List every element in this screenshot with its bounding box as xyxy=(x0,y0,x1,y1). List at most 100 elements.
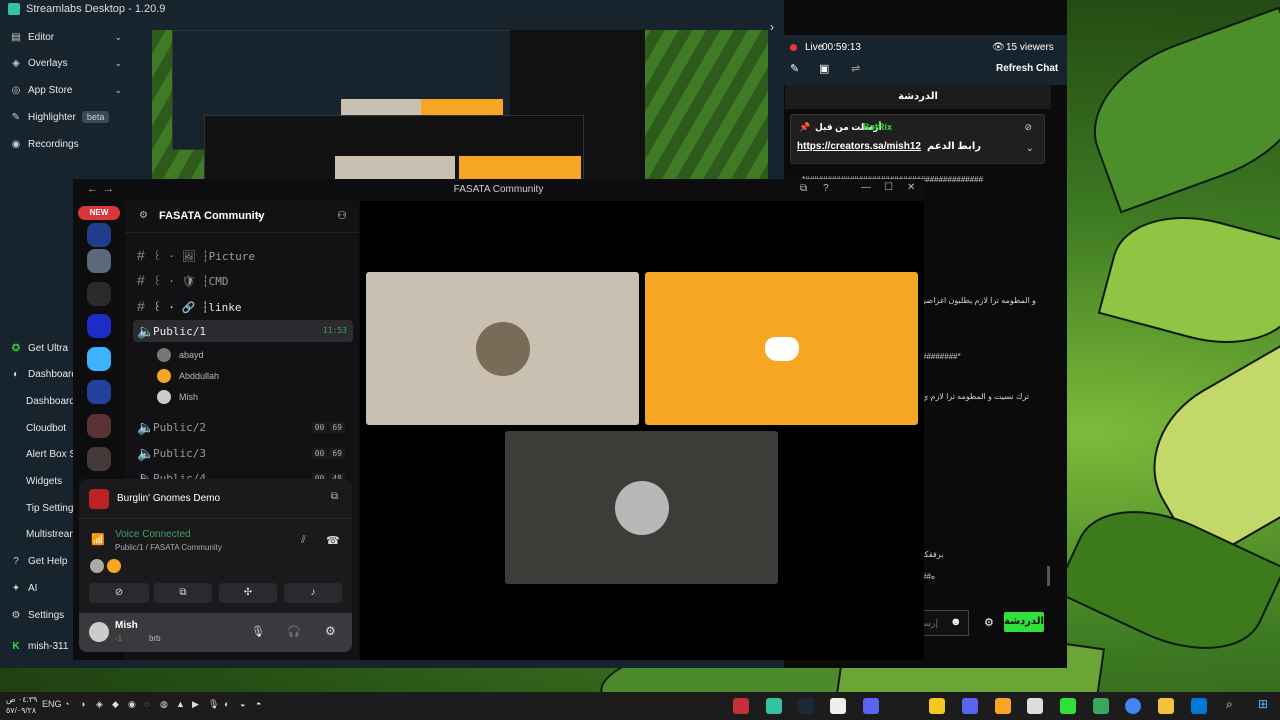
server-icon[interactable] xyxy=(87,447,111,471)
avatar[interactable] xyxy=(89,622,109,642)
app-icon[interactable] xyxy=(863,698,879,714)
video-tile-mish[interactable] xyxy=(505,431,778,584)
help-circle-icon[interactable]: ? xyxy=(823,183,829,194)
app-icon[interactable] xyxy=(830,698,846,714)
game-icon xyxy=(89,489,109,509)
tray-icon[interactable]: ▶ xyxy=(192,699,199,710)
server-icon[interactable] xyxy=(87,414,111,438)
noise-suppression-icon[interactable]: ⫽ xyxy=(301,534,306,547)
server-icon[interactable] xyxy=(87,347,111,371)
server-icon[interactable] xyxy=(87,249,111,273)
nav-alert-box[interactable]: Alert Box S xyxy=(26,444,76,464)
microphone-icon[interactable]: 🎙 xyxy=(208,699,219,710)
disconnect-icon[interactable]: ☎ xyxy=(326,534,340,547)
headphones-icon[interactable]: 🎧 xyxy=(287,625,301,638)
tray-icon[interactable]: ◌ xyxy=(144,699,149,709)
voice-channel-active[interactable]: 🔈 Public/1 11:53 xyxy=(133,320,353,342)
steam-icon[interactable] xyxy=(798,698,814,714)
app-icon[interactable] xyxy=(733,698,749,714)
tray-icon[interactable]: ◉ xyxy=(128,699,136,710)
screen-share-icon[interactable]: ⧉ xyxy=(331,491,338,502)
edit-icon[interactable]: ✎ xyxy=(790,62,799,75)
text-channel[interactable]: # ꒰ · 🔗 ┆linke xyxy=(133,295,353,317)
refresh-chat-button[interactable]: Refresh Chat xyxy=(996,63,1058,74)
chat-settings-gear-icon[interactable]: ⚙ xyxy=(984,616,994,629)
nav-app-store[interactable]: ◎ App Store ⌄ xyxy=(0,78,134,102)
activities-button[interactable]: ✣ xyxy=(219,583,277,603)
chevron-down-icon[interactable]: ⌄ xyxy=(1026,143,1034,154)
voice-channel[interactable]: 🔈 Public/2 00 69 xyxy=(133,416,353,438)
voice-location[interactable]: Public/1 / FASATA Community xyxy=(115,543,222,552)
streamlabs-app-icon[interactable] xyxy=(766,698,782,714)
chat-scrollbar[interactable] xyxy=(1047,566,1050,586)
close-icon[interactable]: ✕ xyxy=(907,182,915,193)
voice-channel[interactable]: 🔈 Public/3 00 69 xyxy=(133,442,353,464)
activity-row[interactable]: Burglin' Gnomes Demo ⧉ xyxy=(79,479,352,519)
discord-app-icon[interactable] xyxy=(962,698,978,714)
app-icon[interactable] xyxy=(1060,698,1076,714)
nav-recordings[interactable]: ◉ Recordings xyxy=(0,132,134,156)
screen-share-button[interactable]: ⧉ xyxy=(154,583,212,603)
maximize-icon[interactable]: ☐ xyxy=(884,182,893,193)
app-icon[interactable] xyxy=(929,698,945,714)
text-channel[interactable]: # ꒰ · 🖼 ┆Picture xyxy=(133,244,353,266)
voice-member[interactable]: Mish xyxy=(157,387,198,407)
nav-highlighter[interactable]: ✎ Highlighter beta xyxy=(0,105,134,129)
app-icon[interactable] xyxy=(1027,698,1043,714)
unpin-icon[interactable]: ⊘ xyxy=(1024,122,1032,133)
clip-icon[interactable]: ▣ xyxy=(819,62,829,75)
nav-overlays[interactable]: ◈ Overlays ⌄ xyxy=(0,51,134,75)
nav-editor[interactable]: ▤ Editor ⌄ xyxy=(0,25,134,49)
nav-dashboard-sub[interactable]: Dashboard xyxy=(26,391,75,411)
video-tile-abddullah[interactable] xyxy=(645,272,918,425)
voice-member[interactable]: Abddullah xyxy=(157,366,219,386)
new-badge[interactable]: NEW xyxy=(78,206,120,220)
server-icon[interactable] xyxy=(87,223,111,247)
video-tile-abayd[interactable] xyxy=(366,272,639,425)
camera-off-button[interactable]: ⊘ xyxy=(89,583,149,603)
tray-icon[interactable]: ◆ xyxy=(112,699,119,710)
nav-widgets[interactable]: Widgets xyxy=(26,471,62,491)
chrome-icon[interactable] xyxy=(1125,698,1141,714)
taskbar-time[interactable]: ٠٤:٣٩ ص xyxy=(6,695,37,704)
server-icon[interactable] xyxy=(87,314,111,338)
soundboard-button[interactable]: ♪ xyxy=(284,583,342,603)
microphone-icon[interactable]: 🎙 xyxy=(251,625,265,638)
chat-send-button[interactable]: الدردشة xyxy=(1004,612,1044,632)
emoji-icon[interactable]: ☻ xyxy=(950,616,962,628)
voice-member[interactable]: abayd xyxy=(157,345,204,365)
minimize-icon[interactable]: — xyxy=(861,182,871,193)
taskbar-date[interactable]: ٥٧/٠٩/٢٨ xyxy=(6,706,36,715)
nav-multistream[interactable]: Multistrean xyxy=(26,524,75,544)
windows-start-icon[interactable]: ⊞ xyxy=(1258,697,1268,711)
server-icon[interactable] xyxy=(87,380,111,404)
file-explorer-icon[interactable] xyxy=(1158,698,1174,714)
volume-icon[interactable]: ◑ xyxy=(80,699,85,709)
chat-tab[interactable]: الدردشة xyxy=(785,85,1051,109)
add-member-icon[interactable]: ⚇ xyxy=(337,209,347,222)
nav-tip-settings[interactable]: Tip Settings xyxy=(26,498,78,518)
wifi-icon[interactable]: ◔ xyxy=(64,699,69,709)
text-channel[interactable]: # ꒰ · 🛡 ┆CMD xyxy=(133,269,353,291)
pinned-link[interactable]: https://creators.sa/mish12 xyxy=(797,141,921,152)
server-header[interactable]: ⚙ FASATA Community ⌄ ⚇ xyxy=(125,201,359,233)
inbox-icon[interactable]: ⧉ xyxy=(800,183,807,194)
server-icon[interactable] xyxy=(87,282,111,306)
tray-icon[interactable]: ◒ xyxy=(240,699,245,709)
tray-icon[interactable]: ◈ xyxy=(96,699,103,710)
collapse-chevron-icon[interactable]: › xyxy=(770,20,774,34)
share-icon[interactable]: ⇌ xyxy=(851,62,860,75)
user-name[interactable]: Mish xyxy=(115,620,138,631)
language-indicator[interactable]: ENG xyxy=(42,699,62,709)
voice-connected-label[interactable]: Voice Connected xyxy=(115,529,191,540)
tray-icon[interactable]: ◐ xyxy=(224,699,229,709)
user-settings-gear-icon[interactable]: ⚙ xyxy=(325,624,336,638)
tray-icon[interactable]: ▲ xyxy=(176,699,185,709)
app-icon[interactable] xyxy=(1093,698,1109,714)
app-icon[interactable] xyxy=(995,698,1011,714)
tray-icon[interactable]: ◓ xyxy=(256,699,261,709)
nav-cloudbot[interactable]: Cloudbot xyxy=(26,418,66,438)
tray-icon[interactable]: ◍ xyxy=(160,699,168,710)
search-icon[interactable]: ⌕ xyxy=(1226,697,1233,712)
app-icon[interactable] xyxy=(1191,698,1207,714)
